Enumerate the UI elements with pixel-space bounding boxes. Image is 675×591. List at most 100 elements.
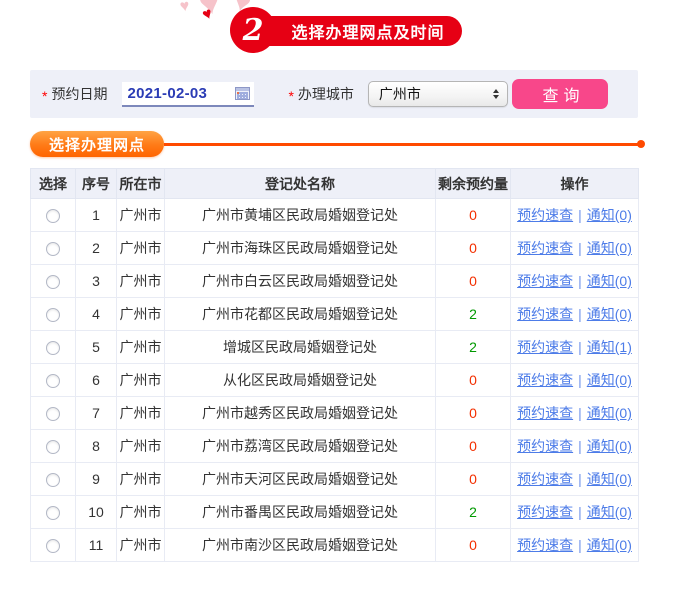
table-row: 8 广州市 广州市荔湾区民政局婚姻登记处 0 预约速查 | 通知(0): [30, 429, 639, 463]
notice-link[interactable]: 通知(0): [587, 537, 632, 553]
quick-check-link[interactable]: 预约速查: [517, 339, 573, 355]
branch-radio[interactable]: [46, 539, 60, 554]
row-number-cell: 11: [75, 528, 117, 562]
branch-radio[interactable]: [46, 209, 60, 224]
step-number-badge: 2: [230, 7, 276, 53]
step-banner: ♥ ♥ ♥ ♥ 选择办理网点及时间 2: [0, 0, 675, 62]
table-row: 5 广州市 增城区民政局婚姻登记处 2 预约速查 | 通知(1): [30, 330, 639, 364]
row-number-cell: 2: [75, 231, 117, 265]
city-cell: 广州市: [116, 462, 165, 496]
date-value: 2021-02-03: [127, 84, 208, 102]
city-select-value: 广州市: [378, 86, 421, 102]
link-separator: |: [578, 306, 582, 322]
section-header: 选择办理网点: [30, 131, 645, 157]
header-name: 登记处名称: [164, 168, 436, 199]
quick-check-link[interactable]: 预约速查: [517, 405, 573, 421]
branch-radio[interactable]: [46, 308, 60, 323]
section-divider-line: [164, 142, 638, 146]
notice-link[interactable]: 通知(0): [587, 438, 632, 454]
quick-check-link[interactable]: 预约速查: [517, 273, 573, 289]
notice-link[interactable]: 通知(0): [587, 471, 632, 487]
registry-name-cell: 广州市黄埔区民政局婚姻登记处: [164, 198, 436, 232]
city-cell: 广州市: [116, 429, 165, 463]
operations-cell: 预约速查 | 通知(0): [510, 264, 639, 298]
row-number-cell: 10: [75, 495, 117, 529]
operations-cell: 预约速查 | 通知(0): [510, 429, 639, 463]
header-city: 所在市: [116, 168, 165, 199]
remaining-count-cell: 0: [435, 198, 511, 232]
link-separator: |: [578, 372, 582, 388]
notice-link[interactable]: 通知(0): [587, 372, 632, 388]
table-row: 2 广州市 广州市海珠区民政局婚姻登记处 0 预约速查 | 通知(0): [30, 231, 639, 265]
city-cell: 广州市: [116, 198, 165, 232]
date-label: 预约日期: [51, 86, 108, 102]
header-select: 选择: [30, 168, 76, 199]
quick-check-link[interactable]: 预约速查: [517, 471, 573, 487]
city-select[interactable]: 广州市: [367, 81, 508, 107]
select-cell: [30, 231, 76, 265]
branch-radio[interactable]: [46, 440, 60, 455]
heart-icon: ♥: [199, 4, 216, 25]
step-title-label: 选择办理网点及时间: [291, 25, 445, 42]
registry-name-cell: 广州市天河区民政局婚姻登记处: [164, 462, 436, 496]
header-ops: 操作: [510, 168, 639, 199]
branch-radio[interactable]: [46, 242, 60, 257]
table-row: 9 广州市 广州市天河区民政局婚姻登记处 0 预约速查 | 通知(0): [30, 462, 639, 496]
quick-check-link[interactable]: 预约速查: [517, 306, 573, 322]
registry-name-cell: 广州市越秀区民政局婚姻登记处: [164, 396, 436, 430]
step-number: 2: [242, 12, 264, 48]
city-cell: 广州市: [116, 264, 165, 298]
quick-check-link[interactable]: 预约速查: [517, 207, 573, 223]
notice-link[interactable]: 通知(0): [587, 273, 632, 289]
city-field: * 办理城市 广州市: [288, 81, 508, 107]
operations-cell: 预约速查 | 通知(0): [510, 396, 639, 430]
select-cell: [30, 264, 76, 298]
quick-check-link[interactable]: 预约速查: [517, 372, 573, 388]
row-number-cell: 4: [75, 297, 117, 331]
registry-name-cell: 广州市南沙区民政局婚姻登记处: [164, 528, 436, 562]
notice-link[interactable]: 通知(1): [587, 339, 632, 355]
row-number-cell: 6: [75, 363, 117, 397]
city-cell: 广州市: [116, 495, 165, 529]
select-cell: [30, 330, 76, 364]
query-button[interactable]: 查询: [512, 79, 608, 109]
remaining-count-cell: 0: [435, 429, 511, 463]
date-input[interactable]: 2021-02-03: [122, 81, 255, 107]
quick-check-link[interactable]: 预约速查: [517, 240, 573, 256]
table-row: 7 广州市 广州市越秀区民政局婚姻登记处 0 预约速查 | 通知(0): [30, 396, 639, 430]
city-label: 办理城市: [297, 86, 354, 102]
operations-cell: 预约速查 | 通知(0): [510, 198, 639, 232]
calendar-icon[interactable]: [235, 86, 251, 100]
link-separator: |: [578, 273, 582, 289]
required-mark: *: [288, 87, 294, 104]
notice-link[interactable]: 通知(0): [587, 306, 632, 322]
city-cell: 广州市: [116, 528, 165, 562]
page: ♥ ♥ ♥ ♥ 选择办理网点及时间 2 * 预约日期 2021-02-03 * …: [0, 0, 675, 591]
branch-radio[interactable]: [46, 506, 60, 521]
link-separator: |: [578, 471, 582, 487]
notice-link[interactable]: 通知(0): [587, 240, 632, 256]
quick-check-link[interactable]: 预约速查: [517, 438, 573, 454]
link-separator: |: [578, 207, 582, 223]
select-cell: [30, 198, 76, 232]
branch-table-body: 1 广州市 广州市黄埔区民政局婚姻登记处 0 预约速查 | 通知(0) 2 广州市 广州市海珠区民…: [30, 198, 639, 562]
branch-radio[interactable]: [46, 473, 60, 488]
branch-table: 选择 序号 所在市 登记处名称 剩余预约量 操作 1 广州市 广州市黄埔区民政局婚姻…: [30, 168, 639, 562]
branch-radio[interactable]: [46, 407, 60, 422]
branch-radio[interactable]: [46, 374, 60, 389]
operations-cell: 预约速查 | 通知(0): [510, 297, 639, 331]
quick-check-link[interactable]: 预约速查: [517, 537, 573, 553]
branch-radio[interactable]: [46, 341, 60, 356]
notice-link[interactable]: 通知(0): [587, 504, 632, 520]
link-separator: |: [578, 339, 582, 355]
table-row: 11 广州市 广州市南沙区民政局婚姻登记处 0 预约速查 | 通知(0): [30, 528, 639, 562]
select-arrows-icon: [492, 89, 499, 99]
row-number-cell: 1: [75, 198, 117, 232]
notice-link[interactable]: 通知(0): [587, 207, 632, 223]
registry-name-cell: 广州市番禺区民政局婚姻登记处: [164, 495, 436, 529]
branch-radio[interactable]: [46, 275, 60, 290]
city-cell: 广州市: [116, 231, 165, 265]
notice-link[interactable]: 通知(0): [587, 405, 632, 421]
select-cell: [30, 528, 76, 562]
quick-check-link[interactable]: 预约速查: [517, 504, 573, 520]
